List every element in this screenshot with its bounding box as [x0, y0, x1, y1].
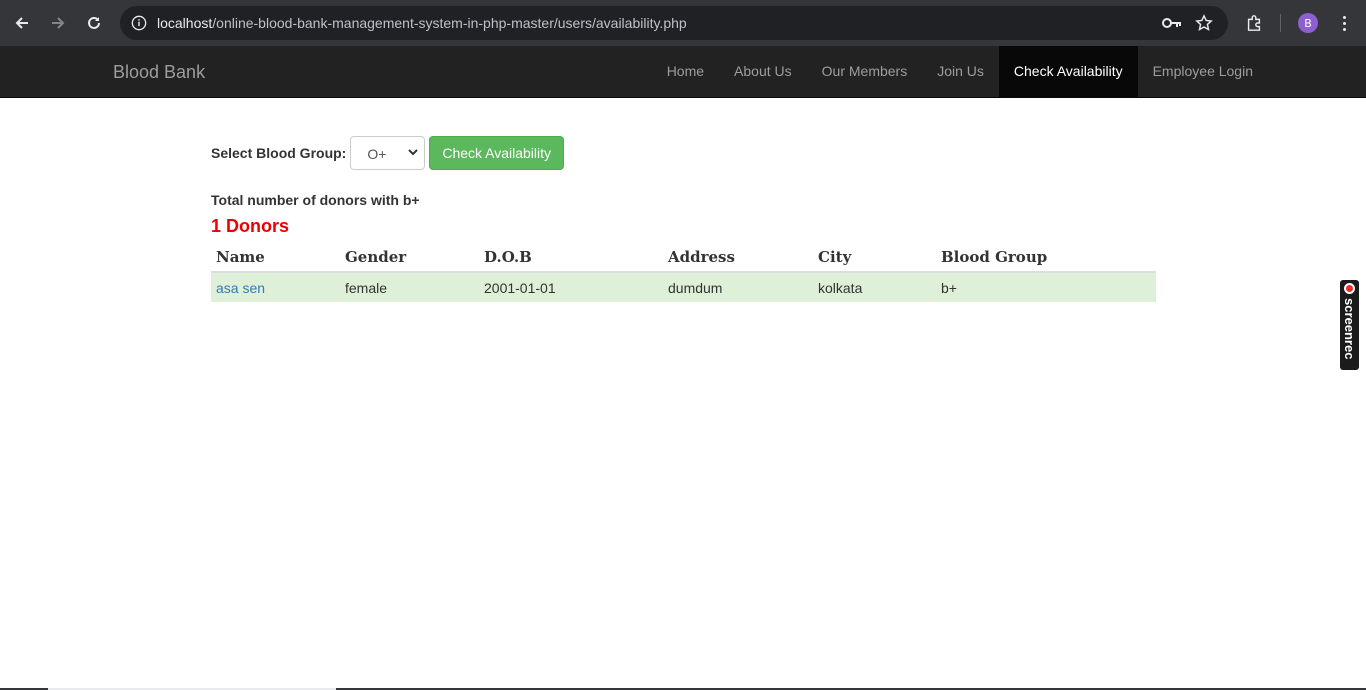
donor-count: 1 Donors: [211, 216, 290, 236]
key-icon[interactable]: [1162, 14, 1182, 32]
cell-gender: female: [340, 272, 479, 302]
column-header-gender: Gender: [340, 243, 479, 273]
nav-about-us[interactable]: About Us: [719, 46, 807, 97]
column-header-address: Address: [663, 243, 813, 273]
nav-employee-login[interactable]: Employee Login: [1138, 46, 1268, 97]
back-icon[interactable]: [8, 9, 36, 37]
toolbar-divider: [1280, 14, 1281, 32]
bookmark-star-icon[interactable]: [1194, 14, 1214, 32]
nav-join-us[interactable]: Join Us: [922, 46, 999, 97]
column-header-city: City: [813, 243, 936, 273]
screenrec-widget[interactable]: screenrec: [1340, 280, 1359, 370]
site-navbar: Blood Bank Home About Us Our Members Joi…: [0, 46, 1366, 98]
column-header-name: Name: [211, 243, 340, 273]
nav-home[interactable]: Home: [652, 46, 719, 97]
screenrec-label: screenrec: [1342, 298, 1357, 360]
blood-group-form: Select Blood Group: O+ Check Availabilit…: [211, 136, 1156, 170]
browser-toolbar: localhost/online-blood-bank-management-s…: [0, 0, 1366, 46]
main-content: Select Blood Group: O+ Check Availabilit…: [211, 136, 1156, 302]
record-icon: [1344, 283, 1355, 294]
donors-table: Name Gender D.O.B Address City Blood Gro…: [211, 243, 1156, 302]
check-availability-button[interactable]: Check Availability: [429, 136, 565, 170]
cell-address: dumdum: [663, 272, 813, 302]
extensions-icon[interactable]: [1243, 12, 1265, 34]
cell-name: asa sen: [211, 272, 340, 302]
site-info-icon[interactable]: [128, 12, 150, 34]
table-header-row: Name Gender D.O.B Address City Blood Gro…: [211, 243, 1156, 273]
blood-group-select[interactable]: O+: [350, 136, 426, 170]
nav-check-availability[interactable]: Check Availability: [998, 46, 1138, 97]
forward-icon[interactable]: [44, 9, 72, 37]
donor-name-link[interactable]: asa sen: [216, 280, 265, 296]
table-row: asa sen female 2001-01-01 dumdum kolkata…: [211, 272, 1156, 302]
cell-dob: 2001-01-01: [479, 272, 663, 302]
blood-group-label: Select Blood Group:: [211, 145, 347, 161]
chevron-down-icon: [408, 149, 419, 156]
column-header-blood-group: Blood Group: [936, 243, 1156, 273]
nav-our-members[interactable]: Our Members: [807, 46, 923, 97]
browser-menu-icon[interactable]: [1334, 12, 1354, 34]
url-host: localhost: [157, 15, 213, 31]
column-header-dob: D.O.B: [479, 243, 663, 273]
brand-logo-text[interactable]: Blood Bank: [113, 62, 205, 83]
url-text: localhost/online-blood-bank-management-s…: [157, 15, 687, 31]
address-bar[interactable]: localhost/online-blood-bank-management-s…: [120, 6, 1228, 40]
total-donors-heading: Total number of donors with b+: [211, 192, 420, 208]
profile-avatar[interactable]: B: [1298, 13, 1318, 33]
url-path: /online-blood-bank-management-system-in-…: [212, 15, 687, 31]
cell-city: kolkata: [813, 272, 936, 302]
cell-blood-group: b+: [936, 272, 1156, 302]
selected-blood-group: O+: [367, 146, 387, 162]
nav-menu: Home About Us Our Members Join Us Check …: [652, 46, 1268, 97]
reload-icon[interactable]: [80, 9, 108, 37]
